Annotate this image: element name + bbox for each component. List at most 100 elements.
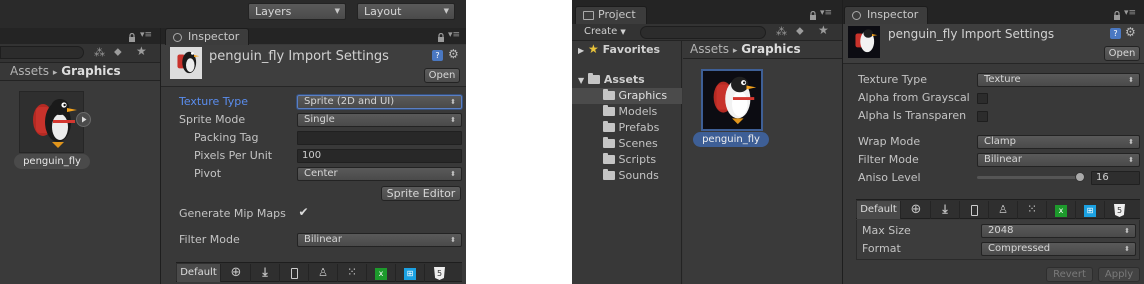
pivot-dropdown[interactable]: Center ⬍ — [297, 167, 462, 181]
label-tag-icon[interactable]: ⬥ — [114, 45, 122, 59]
lock-icon[interactable] — [128, 32, 136, 42]
tab-platform-webgl[interactable]: 5 — [1105, 201, 1134, 219]
gear-icon[interactable]: ⚙ — [1125, 25, 1136, 39]
folder-item-scripts[interactable]: Scripts — [603, 153, 656, 166]
breadcrumb-root[interactable]: Assets — [690, 42, 729, 56]
tab-platform-standalone[interactable]: ⊕ — [902, 201, 931, 219]
play-preview-button[interactable] — [76, 112, 91, 127]
tab-platform-android[interactable]: ♙ — [989, 201, 1018, 219]
help-icon[interactable]: ? — [1110, 28, 1121, 39]
tab-inspector[interactable]: Inspector — [844, 6, 928, 24]
asset-thumbnail[interactable] — [19, 91, 84, 153]
format-dropdown[interactable]: Compressed ⬍ — [981, 242, 1136, 256]
help-icon[interactable]: ? — [432, 50, 443, 61]
asset-thumbnail[interactable] — [701, 69, 763, 131]
folder-item-sounds[interactable]: Sounds — [603, 169, 659, 182]
updown-arrow-icon: ⬍ — [450, 236, 456, 244]
asset-name-text: penguin_fly — [702, 134, 760, 145]
tab-platform-webgl[interactable]: 5 — [425, 264, 454, 282]
lock-icon[interactable] — [437, 32, 445, 45]
tab-platform-android[interactable]: ♙ — [309, 264, 338, 282]
play-icon — [82, 116, 87, 123]
alpha-from-grayscale-checkbox[interactable] — [977, 93, 988, 104]
label-tag-icon[interactable]: ⬥ — [796, 24, 804, 38]
gear-icon[interactable]: ⚙ — [448, 47, 459, 61]
star-favorite-icon[interactable]: ★ — [818, 23, 829, 37]
panel-menu-icon[interactable]: ▾≡ — [1124, 8, 1136, 18]
breadcrumb-current[interactable]: Graphics — [61, 64, 120, 78]
layers-dropdown[interactable]: Layers ▼ — [248, 3, 346, 20]
texture-type-value: Sprite (2D and UI) — [304, 96, 395, 107]
open-button[interactable]: Open — [1104, 46, 1140, 61]
packing-tag-label: Packing Tag — [194, 131, 259, 144]
filter-mode-dropdown[interactable]: Bilinear ⬍ — [297, 233, 462, 247]
filter-mode-value: Bilinear — [984, 154, 1022, 165]
breadcrumb-current[interactable]: Graphics — [741, 42, 800, 56]
header-asset-icon — [170, 47, 202, 79]
tab-platform-default[interactable]: Default — [857, 201, 901, 219]
sprite-editor-button[interactable]: Sprite Editor — [381, 186, 461, 201]
project-search-input[interactable] — [0, 46, 84, 59]
texture-type-dropdown[interactable]: Sprite (2D and UI) ⬍ — [297, 95, 462, 109]
inspector-title: penguin_fly Import Settings — [888, 27, 1055, 41]
lock-icon[interactable] — [1113, 10, 1121, 23]
asset-name-label[interactable]: penguin_fly — [14, 154, 90, 169]
folder-icon — [603, 121, 615, 132]
tab-platform-xbox[interactable]: x — [1047, 201, 1076, 219]
folder-item-scenes[interactable]: Scenes — [603, 137, 658, 150]
breadcrumb-separator: ▸ — [52, 68, 58, 78]
tab-inspector[interactable]: Inspector — [165, 28, 249, 45]
max-size-dropdown[interactable]: 2048 ⬍ — [981, 224, 1136, 238]
updown-arrow-icon: ⬍ — [1124, 227, 1130, 235]
project-search-input[interactable] — [640, 26, 766, 39]
packing-tag-input[interactable] — [297, 131, 462, 145]
generate-mip-maps-checkbox[interactable]: ✔ — [298, 206, 309, 219]
aniso-level-slider[interactable] — [977, 172, 1085, 182]
layout-label: Layout — [364, 5, 402, 18]
tab-platform-xbox[interactable]: x — [367, 264, 396, 282]
tab-platform-ios[interactable] — [280, 264, 309, 282]
favorites-item[interactable]: ▶ ★ Favorites — [578, 42, 660, 56]
texture-type-dropdown[interactable]: Texture ⬍ — [977, 73, 1140, 87]
aniso-level-input[interactable]: 16 — [1091, 171, 1140, 185]
open-button[interactable]: Open — [424, 68, 460, 83]
tab-platform-standalone[interactable]: ⊕ — [222, 264, 251, 282]
slider-thumb[interactable] — [1075, 172, 1085, 182]
tab-platform-web[interactable]: ⤓ — [931, 201, 960, 219]
apply-button[interactable]: Apply — [1098, 267, 1140, 282]
layout-dropdown[interactable]: Layout ▼ — [357, 3, 455, 20]
star-favorite-icon[interactable]: ★ — [136, 44, 147, 58]
wrap-mode-dropdown[interactable]: Clamp ⬍ — [977, 135, 1140, 149]
filter-type-icon[interactable]: ⁂ — [776, 25, 787, 38]
generate-mip-maps-label: Generate Mip Maps — [179, 207, 286, 220]
asset-name-label[interactable]: penguin_fly — [693, 132, 769, 147]
breadcrumb-root[interactable]: Assets — [10, 64, 49, 78]
tab-inspector-label: Inspector — [188, 30, 240, 43]
panel-menu-icon[interactable]: ▾≡ — [448, 30, 460, 40]
assets-folder-item[interactable]: ▼ Assets — [578, 73, 645, 86]
wrap-mode-label: Wrap Mode — [858, 135, 921, 148]
chevron-down-icon: ▼ — [334, 7, 340, 15]
tab-platform-web[interactable]: ⤓ — [251, 264, 280, 282]
tab-platform-blackberry[interactable]: ⁙ — [338, 264, 367, 282]
sprite-mode-dropdown[interactable]: Single ⬍ — [297, 113, 462, 127]
tab-platform-ios[interactable] — [960, 201, 989, 219]
tab-platform-windows-store[interactable]: ⊞ — [396, 264, 425, 282]
lock-icon[interactable] — [809, 10, 817, 23]
panel-menu-icon[interactable]: ▾≡ — [140, 30, 152, 40]
filter-type-icon[interactable]: ⁂ — [94, 46, 105, 59]
create-dropdown[interactable]: Create ▼ — [578, 24, 632, 39]
tab-platform-windows-store[interactable]: ⊞ — [1076, 201, 1105, 219]
pixels-per-unit-input[interactable]: 100 — [297, 149, 462, 163]
alpha-is-transparency-checkbox[interactable] — [977, 111, 988, 122]
folder-item-prefabs[interactable]: Prefabs — [603, 121, 659, 134]
tab-project[interactable]: Project — [575, 6, 647, 24]
tab-platform-blackberry[interactable]: ⁙ — [1018, 201, 1047, 219]
folder-item-graphics[interactable]: Graphics — [603, 89, 667, 102]
filter-mode-dropdown[interactable]: Bilinear ⬍ — [977, 153, 1140, 167]
panel-menu-icon[interactable]: ▾≡ — [820, 8, 832, 18]
phone-icon — [970, 205, 978, 216]
revert-button[interactable]: Revert — [1046, 267, 1093, 282]
folder-item-models[interactable]: Models — [603, 105, 657, 118]
tab-platform-default[interactable]: Default — [177, 264, 221, 282]
